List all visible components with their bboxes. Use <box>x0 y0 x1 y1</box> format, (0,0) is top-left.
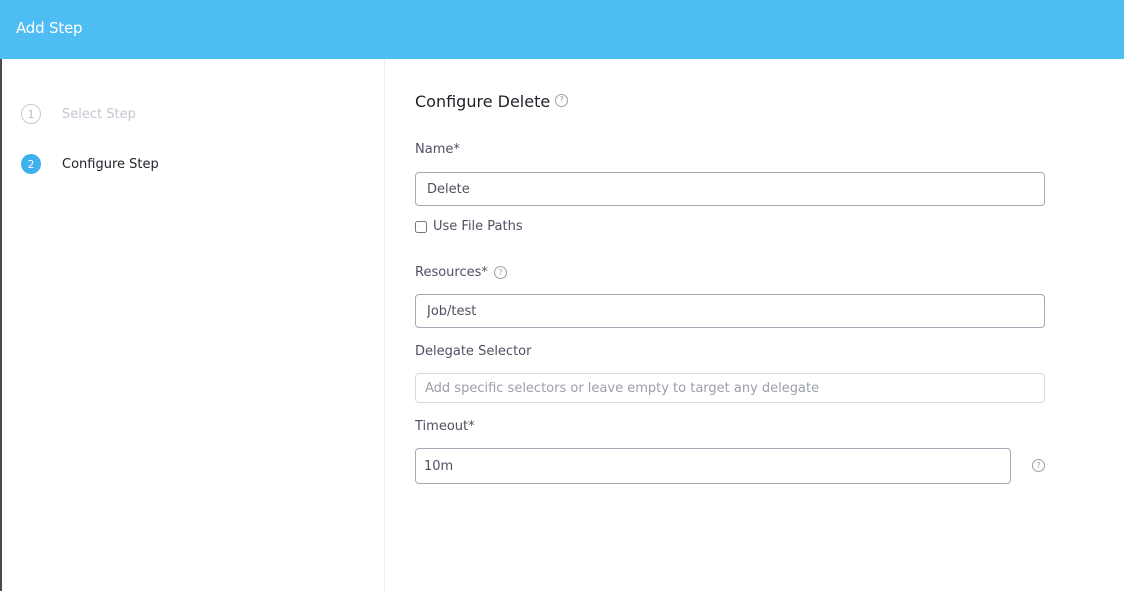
step-number-badge: 2 <box>21 154 41 174</box>
use-file-paths-checkbox[interactable] <box>415 220 427 233</box>
name-input[interactable] <box>415 172 1045 206</box>
delegate-selector-label: Delegate Selector <box>415 344 531 359</box>
help-circle-icon[interactable]: ? <box>493 266 507 279</box>
resources-label-text: Resources* <box>415 265 488 280</box>
delegate-selector-input[interactable] <box>415 373 1045 403</box>
delegate-selector-label-text: Delegate Selector <box>415 344 532 359</box>
name-label-text: Name* <box>415 142 460 157</box>
use-file-paths-label: Use File Paths <box>433 219 523 234</box>
timeout-label: Timeout* <box>415 419 475 434</box>
configure-form: Configure Delete ? Name* Use File Paths … <box>415 59 1115 591</box>
form-title-text: Configure Delete <box>415 92 551 111</box>
resources-label: Resources* ? <box>415 265 507 280</box>
help-circle-icon[interactable]: ? <box>555 93 569 107</box>
use-file-paths-row[interactable]: Use File Paths <box>415 219 523 234</box>
help-circle-icon[interactable]: ? <box>1032 459 1045 472</box>
dialog-header: Add Step <box>0 0 1124 59</box>
form-title: Configure Delete ? <box>415 92 569 111</box>
timeout-label-text: Timeout* <box>415 419 475 434</box>
timeout-input[interactable] <box>415 448 1011 484</box>
step-label: Configure Step <box>62 156 159 172</box>
step-label: Select Step <box>62 106 136 122</box>
sidebar-step-configure-step[interactable]: 2 Configure Step <box>21 154 159 174</box>
resources-input[interactable] <box>415 294 1045 328</box>
sidebar-step-select-step[interactable]: 1 Select Step <box>21 104 136 124</box>
step-sidebar: 1 Select Step 2 Configure Step <box>2 59 385 591</box>
name-label: Name* <box>415 142 460 157</box>
dialog-title: Add Step <box>16 19 83 37</box>
step-number-badge: 1 <box>21 104 41 124</box>
